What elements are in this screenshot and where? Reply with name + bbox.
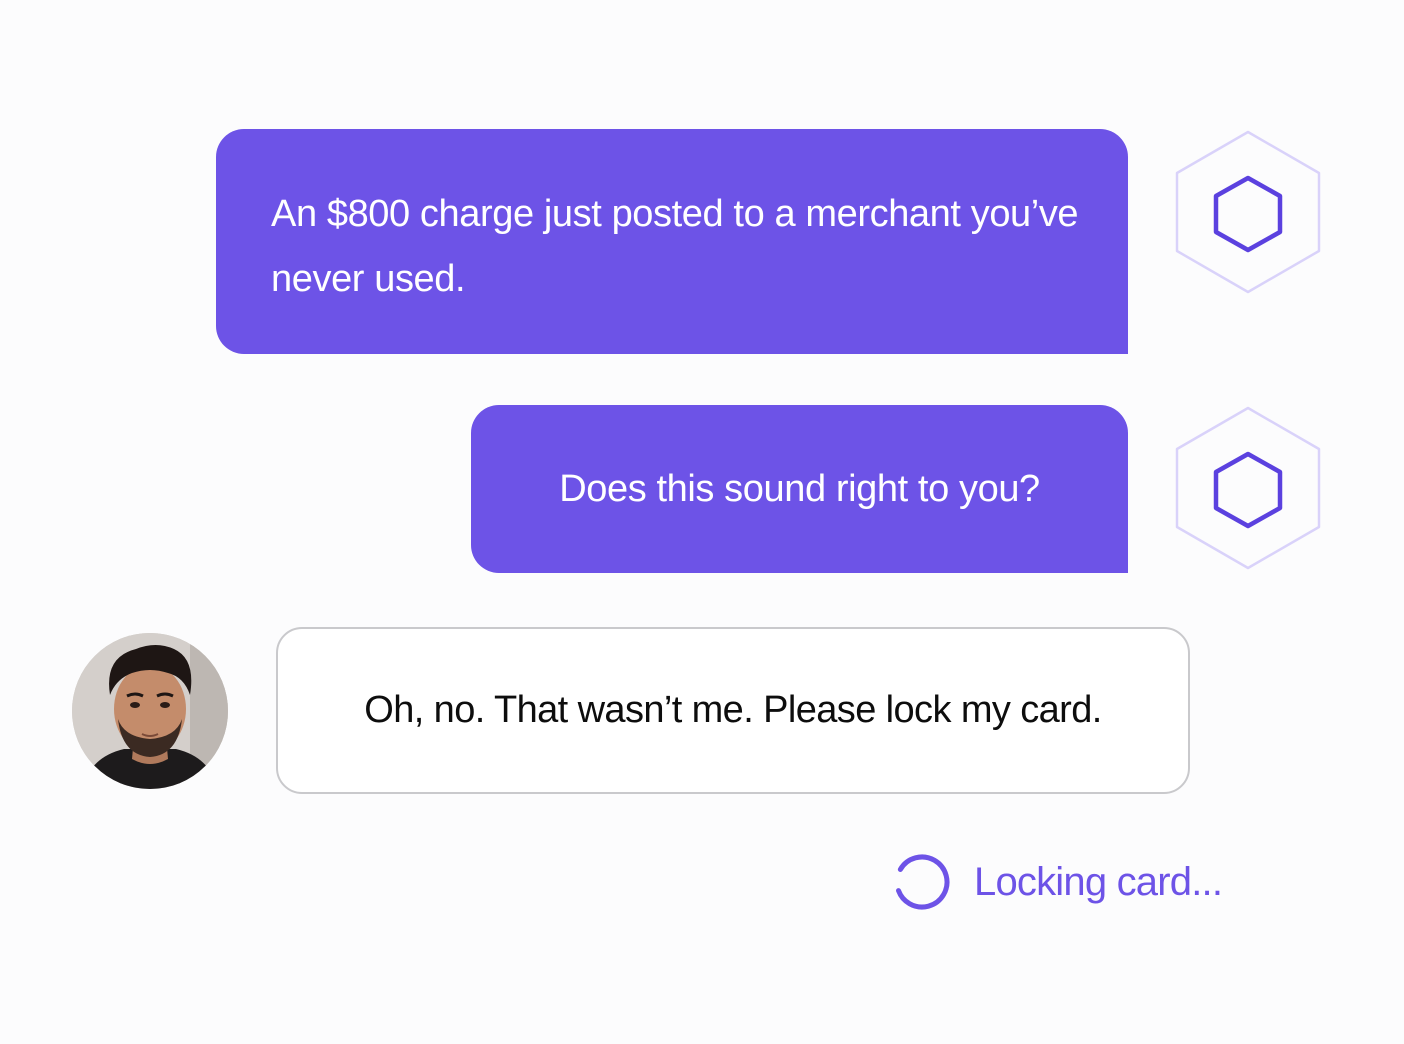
agent-message-text: Does this sound right to you? bbox=[559, 467, 1040, 510]
user-message-bubble: Oh, no. That wasn’t me. Please lock my c… bbox=[276, 627, 1190, 794]
agent-message-bubble: Does this sound right to you? bbox=[471, 405, 1128, 573]
agent-message-text: An $800 charge just posted to a merchant… bbox=[271, 193, 1079, 300]
agent-message-bubble: An $800 charge just posted to a merchant… bbox=[216, 129, 1128, 354]
status-indicator: Locking card... bbox=[890, 850, 1223, 914]
user-avatar bbox=[72, 633, 228, 789]
agent-hexagon-icon bbox=[1174, 405, 1322, 571]
user-message-text: Oh, no. That wasn’t me. Please lock my c… bbox=[364, 689, 1102, 731]
loading-spinner-icon bbox=[894, 854, 950, 910]
agent-hexagon-icon bbox=[1174, 129, 1322, 295]
status-text: Locking card... bbox=[974, 859, 1223, 904]
